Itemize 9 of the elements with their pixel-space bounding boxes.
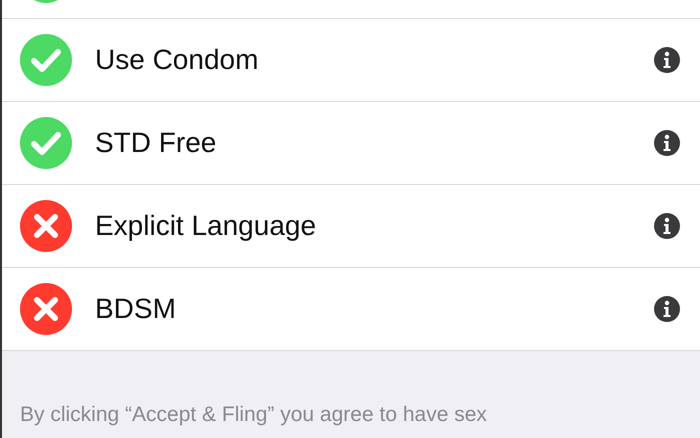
- info-icon[interactable]: [654, 213, 680, 239]
- item-label: Explicit Language: [95, 210, 318, 242]
- info-icon[interactable]: [654, 47, 680, 73]
- item-label: Use Condom: [95, 44, 260, 76]
- item-label: STD Free: [95, 127, 218, 159]
- info-icon[interactable]: [654, 130, 680, 156]
- item-label: BDSM: [95, 293, 177, 325]
- terms-text: By clicking “Accept & Fling” you agree to have sex: [20, 403, 488, 427]
- info-icon[interactable]: [654, 296, 680, 322]
